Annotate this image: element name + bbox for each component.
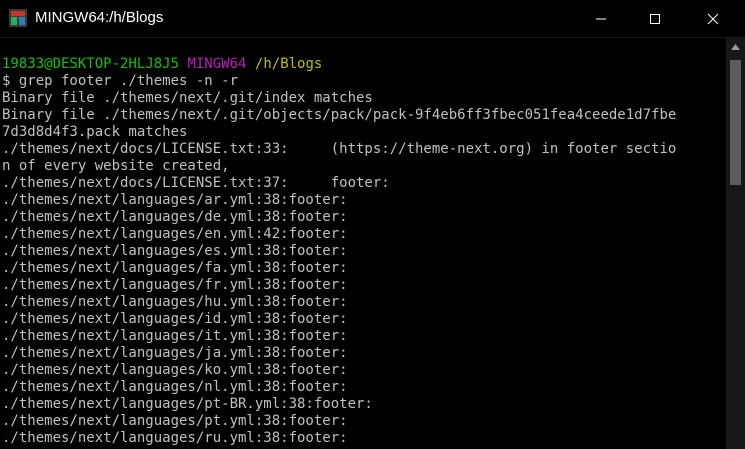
mingw-icon — [9, 9, 27, 27]
prompt-line: 19833@DESKTOP-2HLJ8J5 MINGW64 /h/Blogs — [2, 56, 724, 73]
vertical-scrollbar[interactable] — [726, 38, 745, 449]
output-line: ./themes/next/languages/de.yml:38:footer… — [2, 209, 348, 225]
output-line: ./themes/next/languages/ko.yml:38:footer… — [2, 362, 348, 378]
minimize-icon — [596, 18, 606, 19]
scroll-up-arrow-icon — [731, 43, 740, 50]
title-bar[interactable]: MINGW64:/h/Blogs — [0, 0, 745, 38]
output-line: ./themes/next/docs/LICENSE.txt:33: (http… — [2, 141, 677, 157]
window-title: MINGW64:/h/Blogs — [35, 9, 164, 26]
output-line: ./themes/next/docs/LICENSE.txt:37: foote… — [2, 175, 390, 191]
minimize-button[interactable] — [578, 0, 624, 37]
prompt-cwd: /h/Blogs — [254, 56, 323, 72]
maximize-button[interactable] — [632, 0, 678, 37]
output-line: n of every website created, — [2, 158, 230, 174]
output-line: ./themes/next/languages/nl.yml:38:footer… — [2, 379, 348, 395]
output-line: ./themes/next/languages/it.yml:38:footer… — [2, 328, 348, 344]
close-icon — [707, 13, 719, 24]
output-line: ./themes/next/languages/ja.yml:38:footer… — [2, 345, 348, 361]
maximize-icon — [650, 13, 660, 24]
output-line: 7d3d8d4f3.pack matches — [2, 124, 188, 140]
output-line: ./themes/next/languages/ar.yml:38:footer… — [2, 192, 348, 208]
output-line: ./themes/next/languages/ru.yml:38:footer… — [2, 430, 348, 446]
output-line: Binary file ./themes/next/.git/objects/p… — [2, 107, 677, 123]
output-line: ./themes/next/languages/fa.yml:38:footer… — [2, 260, 348, 276]
output-line: Binary file ./themes/next/.git/index mat… — [2, 90, 373, 106]
output-line: ./themes/next/languages/en.yml:42:footer… — [2, 226, 348, 242]
command-line: $ grep footer ./themes -n -r — [2, 73, 239, 89]
scrollbar-thumb[interactable] — [730, 60, 741, 185]
output-line: ./themes/next/languages/pt-BR.yml:38:foo… — [2, 396, 373, 412]
prompt-shell: MINGW64 — [187, 56, 247, 72]
output-line: ./themes/next/languages/fr.yml:38:footer… — [2, 277, 348, 293]
scroll-up-button[interactable] — [726, 38, 745, 55]
close-button[interactable] — [690, 0, 736, 37]
output-line: ./themes/next/languages/id.yml:38:footer… — [2, 311, 348, 327]
prompt-user-host: 19833@DESKTOP-2HLJ8J5 — [2, 56, 180, 72]
output-line: ./themes/next/languages/es.yml:38:footer… — [2, 243, 348, 259]
terminal-output[interactable]: 19833@DESKTOP-2HLJ8J5 MINGW64 /h/Blogs $… — [2, 56, 724, 449]
output-line: ./themes/next/languages/hu.yml:38:footer… — [2, 294, 348, 310]
terminal-window: MINGW64:/h/Blogs 19833@DESKTOP-2HLJ8J5 M… — [0, 0, 745, 449]
output-line: ./themes/next/languages/pt.yml:38:footer… — [2, 413, 348, 429]
